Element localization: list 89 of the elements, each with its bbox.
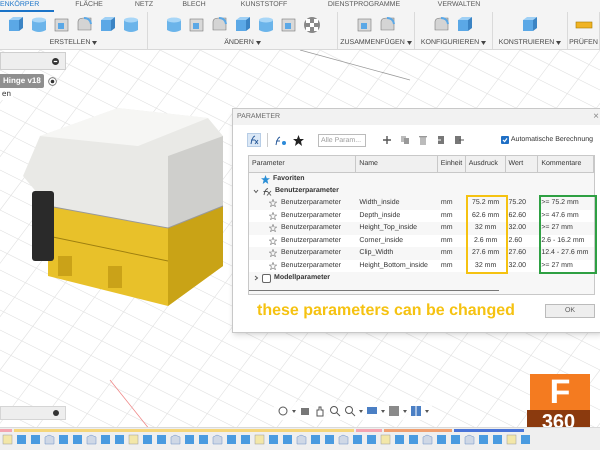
- collapse-caret-icon[interactable]: [253, 275, 259, 281]
- zoom-icon[interactable]: [344, 405, 356, 417]
- expand-caret-icon[interactable]: [253, 188, 259, 194]
- caret-icon[interactable]: [481, 41, 486, 46]
- caret-icon[interactable]: [425, 410, 429, 412]
- favorite-star-icon[interactable]: [269, 262, 277, 270]
- timeline-feature-icon[interactable]: [506, 434, 517, 444]
- timeline-feature-icon[interactable]: [2, 434, 13, 444]
- timeline-feature-icon[interactable]: [408, 434, 419, 444]
- timeline-feature-icon[interactable]: [254, 434, 265, 444]
- caret-icon[interactable]: [406, 41, 412, 46]
- timeline-feature-icon[interactable]: [156, 434, 167, 444]
- timeline-feature-icon[interactable]: [478, 434, 489, 444]
- caret-icon[interactable]: [381, 410, 385, 412]
- tool-icon[interactable]: [234, 16, 252, 34]
- tool-icon[interactable]: [280, 16, 298, 34]
- collapse-icon[interactable]: [52, 58, 59, 64]
- star-icon[interactable]: [293, 134, 304, 146]
- timeline-group-bar: [356, 429, 382, 432]
- favorite-star-icon[interactable]: [269, 249, 277, 258]
- timeline-group-bar: [454, 429, 524, 432]
- annotation-text: these parameters can be changed: [257, 301, 515, 321]
- timeline-feature-icon[interactable]: [268, 434, 279, 444]
- timeline-feature-icon[interactable]: [114, 434, 125, 444]
- tool-icon[interactable]: [122, 16, 140, 34]
- timeline-feature-icon[interactable]: [380, 434, 391, 444]
- tool-icon[interactable]: [356, 16, 374, 34]
- timeline-feature-icon[interactable]: [100, 434, 111, 444]
- timeline-feature-icon[interactable]: [30, 434, 41, 444]
- timeline-feature-icon[interactable]: [72, 434, 83, 444]
- plus-icon[interactable]: [382, 135, 392, 145]
- caret-icon[interactable]: [256, 41, 261, 46]
- timeline-feature-icon[interactable]: [240, 434, 251, 444]
- timeline-feature-icon[interactable]: [198, 434, 209, 444]
- tool-icon[interactable]: [164, 16, 182, 34]
- tool-icon[interactable]: [456, 16, 474, 34]
- timeline-feature-icon[interactable]: [226, 434, 237, 444]
- check-icon: [502, 137, 508, 143]
- timeline-feature-icon[interactable]: [464, 434, 475, 444]
- timeline-feature-icon[interactable]: [352, 434, 363, 444]
- viewport-icon[interactable]: [410, 405, 422, 417]
- zoom-icon[interactable]: [329, 405, 341, 417]
- timeline-feature-icon[interactable]: [310, 434, 321, 444]
- tool-icon[interactable]: [7, 16, 25, 34]
- timeline-feature-icon[interactable]: [394, 434, 405, 444]
- tool-icon[interactable]: [53, 16, 71, 34]
- checkbox[interactable]: [500, 136, 509, 144]
- favorite-star-icon[interactable]: [269, 212, 277, 220]
- timeline-group-bar: [384, 429, 452, 432]
- user-function-icon[interactable]: [274, 134, 287, 146]
- caret-icon[interactable]: [359, 410, 363, 412]
- timeline-feature-icon[interactable]: [324, 434, 335, 444]
- function-icon: [262, 186, 272, 196]
- favorite-star-icon[interactable]: [269, 199, 277, 208]
- caret-icon[interactable]: [403, 410, 407, 412]
- timeline-feature-icon[interactable]: [16, 434, 27, 444]
- timeline-feature-icon[interactable]: [520, 434, 531, 444]
- timeline-feature-icon[interactable]: [58, 434, 69, 444]
- tool-icon[interactable]: [256, 16, 274, 34]
- caret-icon[interactable]: [292, 410, 296, 412]
- timeline-feature-icon[interactable]: [492, 434, 503, 444]
- timeline-group-bar: [0, 429, 12, 432]
- timeline-feature-icon[interactable]: [422, 434, 433, 444]
- browser-item[interactable]: en: [0, 88, 13, 100]
- box-icon: [262, 274, 271, 282]
- tool-icon[interactable]: [302, 16, 320, 34]
- star-icon: [261, 174, 270, 184]
- tool-icon[interactable]: [30, 16, 48, 34]
- display-icon[interactable]: [366, 405, 378, 417]
- caret-icon[interactable]: [92, 41, 98, 46]
- copy-icon[interactable]: [400, 135, 410, 145]
- timeline-feature-icon[interactable]: [282, 434, 293, 444]
- tool-icon[interactable]: [188, 16, 206, 34]
- timeline-feature-icon[interactable]: [450, 434, 461, 444]
- orbit-icon[interactable]: [277, 405, 289, 417]
- timeline-feature-icon[interactable]: [128, 434, 139, 444]
- timeline-feature-icon[interactable]: [366, 434, 377, 444]
- radio-icon[interactable]: [48, 76, 57, 86]
- favorite-star-icon[interactable]: [269, 236, 277, 245]
- function-icon[interactable]: [247, 133, 261, 147]
- timeline-feature-icon[interactable]: [142, 434, 153, 444]
- favorite-star-icon[interactable]: [269, 224, 277, 232]
- timeline-feature-icon[interactable]: [436, 434, 447, 444]
- timeline-feature-icon[interactable]: [184, 434, 195, 444]
- tool-icon[interactable]: [521, 16, 539, 34]
- tool-icon[interactable]: [99, 16, 117, 34]
- caret-icon[interactable]: [556, 41, 562, 46]
- app-logo: F: [530, 374, 590, 410]
- delete-icon[interactable]: [418, 135, 428, 145]
